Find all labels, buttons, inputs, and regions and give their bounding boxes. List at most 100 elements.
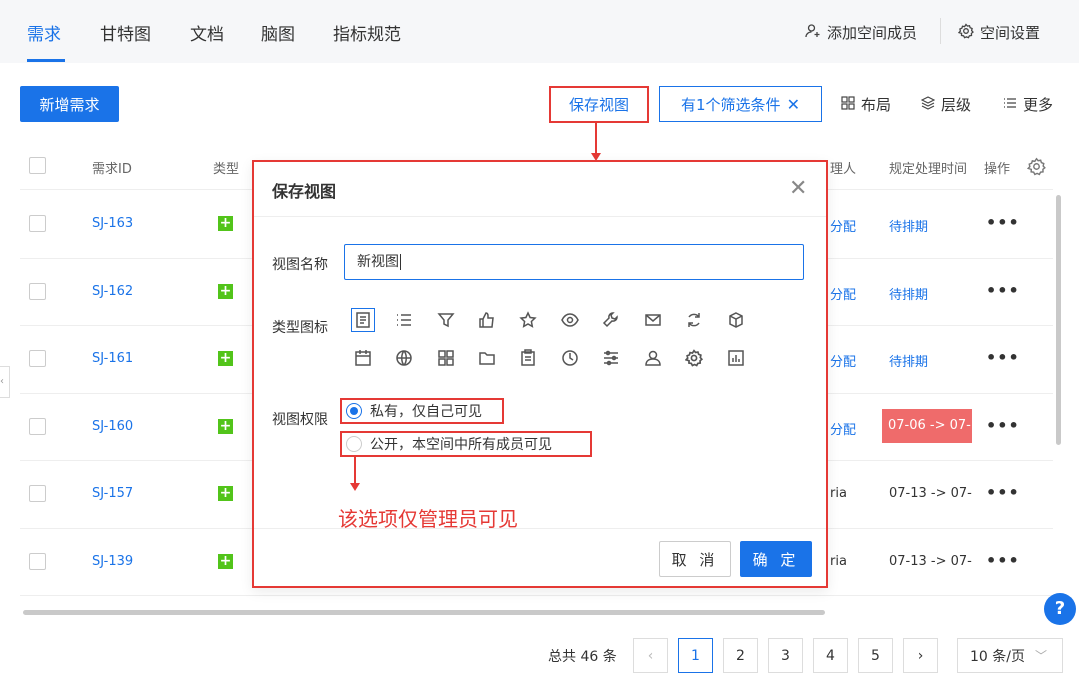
assignee-link[interactable]: 分配 bbox=[830, 351, 856, 370]
page-size-value: 10 条/页 bbox=[970, 648, 1025, 665]
gear-icon bbox=[957, 22, 974, 43]
assignee-link[interactable]: 分配 bbox=[830, 284, 856, 303]
requirement-type-icon: + bbox=[218, 485, 233, 501]
clock-icon[interactable] bbox=[558, 346, 582, 370]
view-name-value: 新视图 bbox=[357, 254, 399, 270]
view-name-label: 视图名称 bbox=[272, 257, 328, 273]
grid-icon[interactable] bbox=[434, 346, 458, 370]
page-1-button[interactable]: 1 bbox=[678, 638, 713, 673]
horizontal-scrollbar[interactable] bbox=[23, 610, 825, 615]
view-name-input[interactable]: 新视图 bbox=[344, 244, 804, 280]
schedule-link[interactable]: 待排期 bbox=[889, 351, 928, 370]
row-checkbox[interactable] bbox=[29, 418, 46, 435]
sliders-icon[interactable] bbox=[599, 346, 623, 370]
wrench-icon[interactable] bbox=[599, 308, 623, 332]
row-more-button[interactable]: ••• bbox=[986, 551, 1020, 570]
public-radio[interactable] bbox=[346, 436, 362, 452]
requirement-id-link[interactable]: SJ-163 bbox=[92, 216, 133, 231]
row-more-button[interactable]: ••• bbox=[986, 348, 1020, 367]
thumbs-up-icon[interactable] bbox=[475, 308, 499, 332]
divider bbox=[940, 18, 941, 44]
level-button[interactable]: 层级 bbox=[920, 94, 971, 115]
folder-icon[interactable] bbox=[475, 346, 499, 370]
public-option[interactable]: 公开，本空间中所有成员可见 bbox=[340, 431, 592, 457]
schedule-range[interactable]: 07-13 -> 07- bbox=[889, 486, 972, 501]
filter-icon[interactable] bbox=[434, 308, 458, 332]
layout-button[interactable]: 布局 bbox=[841, 94, 891, 115]
private-radio[interactable] bbox=[346, 403, 362, 419]
requirement-id-link[interactable]: SJ-162 bbox=[92, 284, 133, 299]
cube-icon[interactable] bbox=[724, 308, 748, 332]
page-4-button[interactable]: 4 bbox=[813, 638, 848, 673]
globe-icon[interactable] bbox=[392, 346, 416, 370]
schedule-link[interactable]: 待排期 bbox=[889, 216, 928, 235]
tab-docs[interactable]: 文档 bbox=[190, 20, 224, 45]
assignee-link[interactable]: 分配 bbox=[830, 419, 856, 438]
calendar-icon[interactable] bbox=[351, 346, 375, 370]
page-size-select[interactable]: 10 条/页 ﹀ bbox=[957, 638, 1063, 673]
overdue-schedule-badge[interactable]: 07-06 -> 07- bbox=[882, 409, 972, 443]
row-checkbox[interactable] bbox=[29, 553, 46, 570]
schedule-link[interactable]: 待排期 bbox=[889, 284, 928, 303]
view-permission-label: 视图权限 bbox=[272, 412, 328, 428]
select-all-checkbox[interactable] bbox=[29, 157, 46, 174]
star-icon[interactable] bbox=[516, 308, 540, 332]
requirement-id-link[interactable]: SJ-157 bbox=[92, 486, 133, 501]
mail-icon[interactable] bbox=[641, 308, 665, 332]
next-page-button[interactable]: › bbox=[903, 638, 938, 673]
refresh-icon[interactable] bbox=[682, 308, 706, 332]
requirement-id-link[interactable]: SJ-161 bbox=[92, 351, 133, 366]
vertical-scrollbar[interactable] bbox=[1056, 195, 1061, 445]
add-member-button[interactable]: 添加空间成员 bbox=[805, 22, 917, 43]
page-3-button[interactable]: 3 bbox=[768, 638, 803, 673]
user-icon[interactable] bbox=[641, 346, 665, 370]
page-2-button[interactable]: 2 bbox=[723, 638, 758, 673]
tab-requirements[interactable]: 需求 bbox=[27, 20, 61, 45]
layout-label: 布局 bbox=[861, 96, 892, 114]
assignee-link[interactable]: 分配 bbox=[830, 216, 856, 235]
requirement-type-icon: + bbox=[218, 553, 233, 569]
clipboard-icon[interactable] bbox=[516, 346, 540, 370]
add-member-label: 添加空间成员 bbox=[827, 24, 918, 42]
row-more-button[interactable]: ••• bbox=[986, 281, 1020, 300]
bar-chart-icon[interactable] bbox=[724, 346, 748, 370]
prev-page-button[interactable]: ‹ bbox=[633, 638, 668, 673]
page-5-button[interactable]: 5 bbox=[858, 638, 893, 673]
gear-icon[interactable] bbox=[682, 346, 706, 370]
row-checkbox[interactable] bbox=[29, 215, 46, 232]
row-checkbox[interactable] bbox=[29, 485, 46, 502]
tab-gantt[interactable]: 甘特图 bbox=[100, 20, 151, 45]
layers-icon bbox=[920, 95, 936, 114]
confirm-button[interactable]: 确 定 bbox=[740, 541, 812, 577]
collapse-left-handle[interactable]: ‹ bbox=[0, 366, 10, 398]
more-label: 更多 bbox=[1023, 96, 1054, 114]
new-requirement-button[interactable]: 新增需求 bbox=[20, 86, 119, 122]
cancel-button[interactable]: 取 消 bbox=[659, 541, 731, 577]
row-more-button[interactable]: ••• bbox=[986, 416, 1020, 435]
list-icon[interactable] bbox=[392, 308, 416, 332]
row-checkbox[interactable] bbox=[29, 350, 46, 367]
row-checkbox[interactable] bbox=[29, 283, 46, 300]
row-more-button[interactable]: ••• bbox=[986, 213, 1020, 232]
close-icon[interactable]: ✕ bbox=[787, 95, 800, 114]
requirement-id-link[interactable]: SJ-139 bbox=[92, 554, 133, 569]
help-button[interactable]: ? bbox=[1044, 593, 1076, 625]
private-option[interactable]: 私有，仅自己可见 bbox=[340, 398, 504, 424]
tab-metrics[interactable]: 指标规范 bbox=[333, 20, 401, 45]
row-more-button[interactable]: ••• bbox=[986, 483, 1020, 502]
save-view-button[interactable]: 保存视图 bbox=[549, 86, 649, 123]
close-icon[interactable]: ✕ bbox=[789, 176, 807, 201]
annotation-arrow-down bbox=[350, 457, 360, 491]
more-button[interactable]: 更多 bbox=[1003, 94, 1053, 115]
chevron-down-icon: ﹀ bbox=[1034, 649, 1047, 663]
document-icon[interactable] bbox=[351, 308, 375, 332]
private-option-label: 私有，仅自己可见 bbox=[370, 404, 482, 420]
space-settings-button[interactable]: 空间设置 bbox=[957, 22, 1040, 43]
schedule-range[interactable]: 07-13 -> 07- bbox=[889, 554, 972, 569]
eye-icon[interactable] bbox=[558, 308, 582, 332]
tab-mindmap[interactable]: 脑图 bbox=[261, 20, 295, 45]
requirement-type-icon: + bbox=[218, 350, 233, 366]
column-settings-icon[interactable] bbox=[1026, 157, 1046, 180]
filter-button[interactable]: 有1个筛选条件 ✕ bbox=[659, 86, 822, 122]
requirement-id-link[interactable]: SJ-160 bbox=[92, 419, 133, 434]
